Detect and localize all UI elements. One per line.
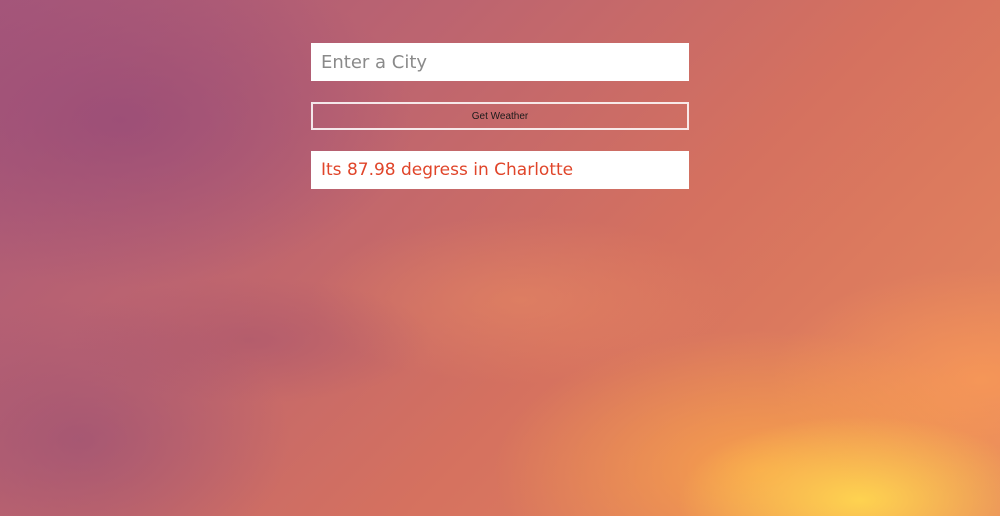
city-input[interactable] xyxy=(311,43,689,81)
get-weather-button[interactable]: Get Weather xyxy=(311,102,689,130)
weather-result-text: Its 87.98 degress in Charlotte xyxy=(321,160,574,180)
weather-form: Get Weather Its 87.98 degress in Charlot… xyxy=(311,43,689,189)
weather-result-box: Its 87.98 degress in Charlotte xyxy=(311,151,689,189)
